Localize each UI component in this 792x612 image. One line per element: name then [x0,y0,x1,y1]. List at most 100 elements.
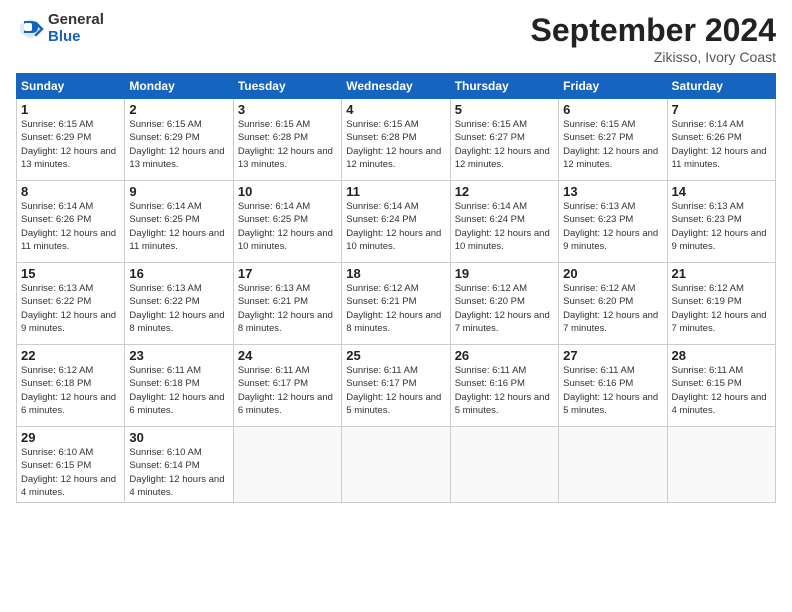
logo-general: General [48,12,104,29]
table-row [233,427,341,503]
day-number: 27 [563,348,662,363]
page: General Blue September 2024 Zikisso, Ivo… [0,0,792,612]
day-info: Sunrise: 6:12 AMSunset: 6:19 PMDaylight:… [672,282,771,335]
day-info: Sunrise: 6:14 AMSunset: 6:26 PMDaylight:… [21,200,120,253]
table-row: 8Sunrise: 6:14 AMSunset: 6:26 PMDaylight… [17,181,125,263]
calendar-week-row: 8Sunrise: 6:14 AMSunset: 6:26 PMDaylight… [17,181,776,263]
table-row [450,427,558,503]
day-number: 20 [563,266,662,281]
day-info: Sunrise: 6:15 AMSunset: 6:29 PMDaylight:… [129,118,228,171]
day-info: Sunrise: 6:13 AMSunset: 6:23 PMDaylight:… [563,200,662,253]
col-thursday: Thursday [450,74,558,99]
day-info: Sunrise: 6:12 AMSunset: 6:20 PMDaylight:… [455,282,554,335]
day-info: Sunrise: 6:15 AMSunset: 6:28 PMDaylight:… [238,118,337,171]
table-row: 4Sunrise: 6:15 AMSunset: 6:28 PMDaylight… [342,99,450,181]
day-info: Sunrise: 6:14 AMSunset: 6:25 PMDaylight:… [129,200,228,253]
table-row [559,427,667,503]
day-info: Sunrise: 6:15 AMSunset: 6:28 PMDaylight:… [346,118,445,171]
day-number: 21 [672,266,771,281]
table-row: 13Sunrise: 6:13 AMSunset: 6:23 PMDayligh… [559,181,667,263]
day-info: Sunrise: 6:13 AMSunset: 6:21 PMDaylight:… [238,282,337,335]
title-area: September 2024 Zikisso, Ivory Coast [531,12,776,65]
table-row: 10Sunrise: 6:14 AMSunset: 6:25 PMDayligh… [233,181,341,263]
day-number: 26 [455,348,554,363]
day-number: 19 [455,266,554,281]
day-number: 5 [455,102,554,117]
day-number: 28 [672,348,771,363]
day-number: 29 [21,430,120,445]
day-number: 17 [238,266,337,281]
table-row: 22Sunrise: 6:12 AMSunset: 6:18 PMDayligh… [17,345,125,427]
table-row: 21Sunrise: 6:12 AMSunset: 6:19 PMDayligh… [667,263,775,345]
day-number: 7 [672,102,771,117]
calendar-table: Sunday Monday Tuesday Wednesday Thursday… [16,73,776,503]
logo-text: General Blue [48,12,104,45]
day-number: 13 [563,184,662,199]
day-number: 10 [238,184,337,199]
day-number: 11 [346,184,445,199]
table-row [667,427,775,503]
day-number: 1 [21,102,120,117]
table-row: 11Sunrise: 6:14 AMSunset: 6:24 PMDayligh… [342,181,450,263]
table-row: 19Sunrise: 6:12 AMSunset: 6:20 PMDayligh… [450,263,558,345]
day-info: Sunrise: 6:14 AMSunset: 6:24 PMDaylight:… [346,200,445,253]
day-info: Sunrise: 6:12 AMSunset: 6:21 PMDaylight:… [346,282,445,335]
day-info: Sunrise: 6:13 AMSunset: 6:22 PMDaylight:… [129,282,228,335]
day-info: Sunrise: 6:13 AMSunset: 6:23 PMDaylight:… [672,200,771,253]
day-info: Sunrise: 6:12 AMSunset: 6:18 PMDaylight:… [21,364,120,417]
day-number: 9 [129,184,228,199]
location: Zikisso, Ivory Coast [531,49,776,65]
table-row: 15Sunrise: 6:13 AMSunset: 6:22 PMDayligh… [17,263,125,345]
table-row: 27Sunrise: 6:11 AMSunset: 6:16 PMDayligh… [559,345,667,427]
day-info: Sunrise: 6:14 AMSunset: 6:25 PMDaylight:… [238,200,337,253]
table-row: 5Sunrise: 6:15 AMSunset: 6:27 PMDaylight… [450,99,558,181]
table-row: 1Sunrise: 6:15 AMSunset: 6:29 PMDaylight… [17,99,125,181]
day-info: Sunrise: 6:10 AMSunset: 6:14 PMDaylight:… [129,446,228,499]
table-row: 2Sunrise: 6:15 AMSunset: 6:29 PMDaylight… [125,99,233,181]
col-monday: Monday [125,74,233,99]
table-row: 7Sunrise: 6:14 AMSunset: 6:26 PMDaylight… [667,99,775,181]
day-info: Sunrise: 6:14 AMSunset: 6:26 PMDaylight:… [672,118,771,171]
day-number: 3 [238,102,337,117]
table-row: 30Sunrise: 6:10 AMSunset: 6:14 PMDayligh… [125,427,233,503]
day-number: 15 [21,266,120,281]
day-number: 25 [346,348,445,363]
calendar-week-row: 29Sunrise: 6:10 AMSunset: 6:15 PMDayligh… [17,427,776,503]
table-row: 16Sunrise: 6:13 AMSunset: 6:22 PMDayligh… [125,263,233,345]
calendar-header-row: Sunday Monday Tuesday Wednesday Thursday… [17,74,776,99]
day-info: Sunrise: 6:14 AMSunset: 6:24 PMDaylight:… [455,200,554,253]
calendar-week-row: 22Sunrise: 6:12 AMSunset: 6:18 PMDayligh… [17,345,776,427]
table-row: 28Sunrise: 6:11 AMSunset: 6:15 PMDayligh… [667,345,775,427]
col-friday: Friday [559,74,667,99]
col-saturday: Saturday [667,74,775,99]
day-number: 14 [672,184,771,199]
table-row: 20Sunrise: 6:12 AMSunset: 6:20 PMDayligh… [559,263,667,345]
day-number: 22 [21,348,120,363]
table-row: 6Sunrise: 6:15 AMSunset: 6:27 PMDaylight… [559,99,667,181]
table-row: 26Sunrise: 6:11 AMSunset: 6:16 PMDayligh… [450,345,558,427]
logo: General Blue [16,12,104,45]
table-row: 24Sunrise: 6:11 AMSunset: 6:17 PMDayligh… [233,345,341,427]
table-row: 12Sunrise: 6:14 AMSunset: 6:24 PMDayligh… [450,181,558,263]
col-sunday: Sunday [17,74,125,99]
table-row: 14Sunrise: 6:13 AMSunset: 6:23 PMDayligh… [667,181,775,263]
table-row: 29Sunrise: 6:10 AMSunset: 6:15 PMDayligh… [17,427,125,503]
day-info: Sunrise: 6:11 AMSunset: 6:17 PMDaylight:… [238,364,337,417]
day-number: 8 [21,184,120,199]
day-number: 18 [346,266,445,281]
table-row: 9Sunrise: 6:14 AMSunset: 6:25 PMDaylight… [125,181,233,263]
day-info: Sunrise: 6:12 AMSunset: 6:20 PMDaylight:… [563,282,662,335]
logo-icon [16,15,44,43]
calendar-week-row: 1 Sunrise: 6:15 AMSunset: 6:29 PMDaylight… [17,99,776,181]
table-row: 18Sunrise: 6:12 AMSunset: 6:21 PMDayligh… [342,263,450,345]
day-info: Sunrise: 6:11 AMSunset: 6:16 PMDaylight:… [563,364,662,417]
day-number: 30 [129,430,228,445]
day-info: Sunrise: 6:10 AMSunset: 6:15 PMDaylight:… [21,446,120,499]
month-title: September 2024 [531,12,776,49]
day-info: Sunrise: 6:15 AMSunset: 6:27 PMDaylight:… [563,118,662,171]
day-number: 12 [455,184,554,199]
table-row: 17Sunrise: 6:13 AMSunset: 6:21 PMDayligh… [233,263,341,345]
day-number: 23 [129,348,228,363]
col-wednesday: Wednesday [342,74,450,99]
day-number: 6 [563,102,662,117]
